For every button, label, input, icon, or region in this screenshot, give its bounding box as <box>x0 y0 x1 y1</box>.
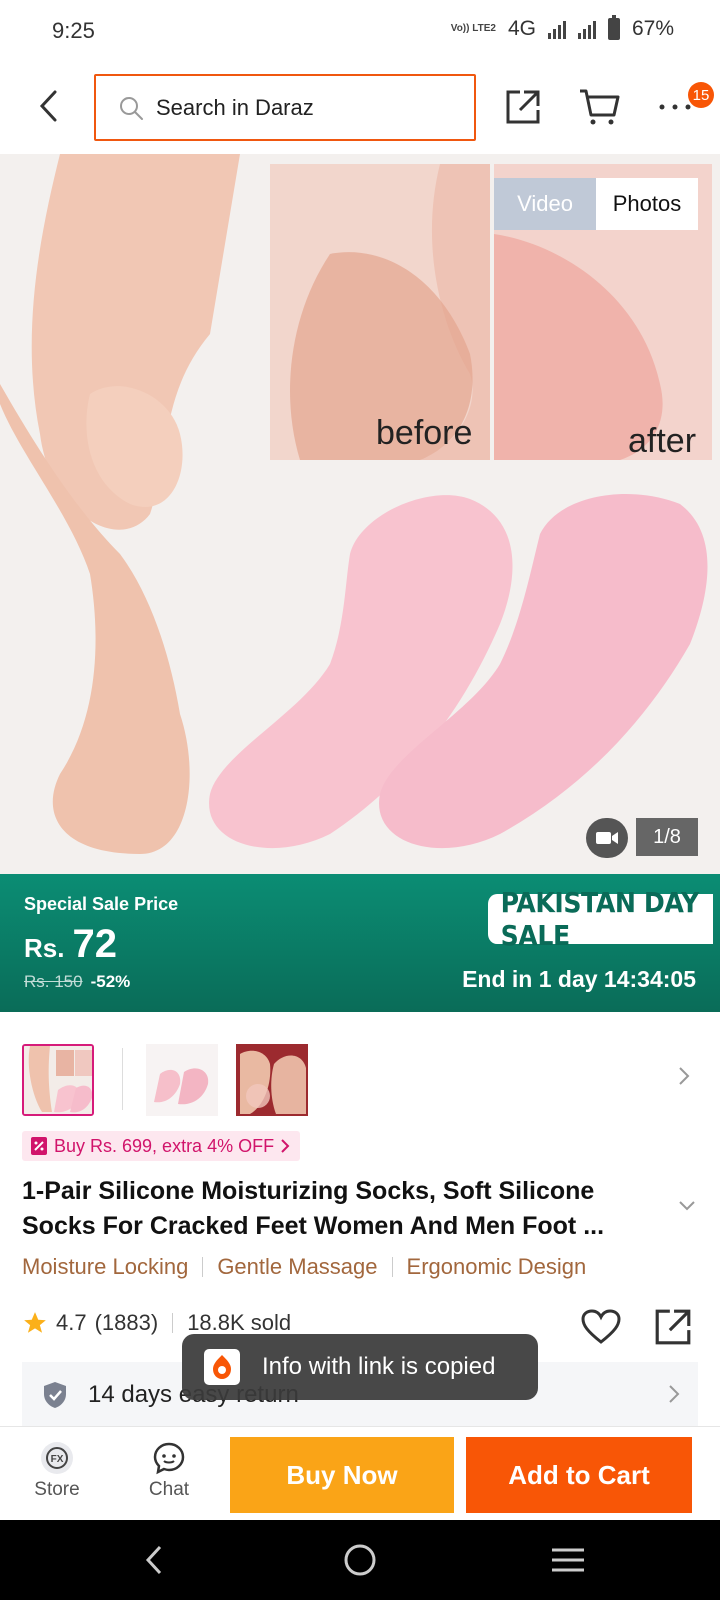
thumbnail-image <box>236 1044 308 1116</box>
rating-value: 4.7 <box>56 1310 87 1335</box>
add-to-cart-button[interactable]: Add to Cart <box>466 1437 692 1513</box>
action-bar: FX Store Chat Buy Now Add to Cart <box>0 1426 720 1520</box>
toast-text: Info with link is copied <box>262 1353 496 1380</box>
chat-label: Chat <box>148 1479 190 1500</box>
cart-icon <box>580 89 620 125</box>
wishlist-button[interactable] <box>578 1304 624 1350</box>
voucher-icon <box>31 1137 47 1155</box>
store-button[interactable]: FX Store <box>12 1441 102 1511</box>
tab-photos[interactable]: Photos <box>596 178 698 230</box>
chevron-down-icon[interactable] <box>678 1200 696 1212</box>
sale-countdown: End in 1 day 14:34:05 <box>462 966 696 992</box>
promo-badge[interactable]: Buy Rs. 699, extra 4% OFF <box>22 1131 301 1161</box>
chat-button[interactable]: Chat <box>124 1441 214 1511</box>
volte-indicator: Vo)) LTE2 <box>450 23 496 34</box>
feature-tag: Gentle Massage <box>217 1254 378 1279</box>
old-price: Rs. 150 <box>24 972 83 991</box>
event-tag: PAKISTAN DAY SALE <box>488 886 713 952</box>
price: Rs. 72 <box>24 922 117 967</box>
battery-percent: 67% <box>631 17 674 40</box>
share-product-button[interactable] <box>650 1304 696 1350</box>
product-photo: before after <box>0 154 720 874</box>
sale-label: Special Sale Price <box>24 894 179 914</box>
feature-tag: Ergonomic Design <box>406 1254 587 1279</box>
sold-count: 18.8K sold <box>187 1310 292 1335</box>
discount-percent: -52% <box>90 972 131 991</box>
heart-icon <box>581 1309 621 1344</box>
status-bar: 9:25 Vo)) LTE2 4G 67% <box>0 0 720 62</box>
store-label: Store <box>34 1479 80 1500</box>
cart-button[interactable] <box>576 84 622 130</box>
thumbnail-strip <box>22 1044 698 1118</box>
price-currency: Rs. <box>24 933 65 963</box>
chevron-right-icon[interactable] <box>678 1066 690 1086</box>
after-label: after <box>628 422 696 460</box>
buy-now-button[interactable]: Buy Now <box>230 1437 454 1513</box>
rating-row[interactable]: 4.7 (1883) 18.8K sold <box>22 1310 291 1336</box>
more-icon <box>659 104 691 110</box>
nav-home-icon <box>344 1544 376 1576</box>
feature-tags: Moisture Locking Gentle Massage Ergonomi… <box>22 1254 586 1280</box>
thumbnail[interactable] <box>236 1044 308 1116</box>
media-toggle: Video Photos <box>494 178 698 230</box>
promo-text: Buy Rs. 699, extra 4% OFF <box>54 1135 275 1156</box>
signal-icon-2 <box>577 19 596 39</box>
network-type: 4G <box>507 17 536 40</box>
share-icon <box>506 90 540 124</box>
before-label: before <box>376 414 472 452</box>
image-counter: 1/8 <box>636 818 698 856</box>
status-time: 9:25 <box>52 18 95 43</box>
product-title-line-2: Socks For Cracked Feet Women And Men Foo… <box>22 1212 605 1240</box>
back-button[interactable] <box>28 84 68 128</box>
store-icon: FX <box>41 1442 73 1474</box>
signal-icon <box>547 19 566 39</box>
thumbnail[interactable] <box>22 1044 94 1116</box>
sale-banner: Special Sale Price Rs. 72 Rs. 150 -52% P… <box>0 874 720 1012</box>
nav-menu-icon <box>552 1548 584 1572</box>
nav-back-icon <box>145 1545 162 1575</box>
product-title: 1-Pair Silicone Moisturizing Socks, Soft… <box>22 1174 672 1244</box>
nav-recent-apps-button[interactable] <box>538 1538 598 1582</box>
share-button[interactable] <box>500 84 546 130</box>
tab-video[interactable]: Video <box>494 178 596 230</box>
search-placeholder: Search in Daraz <box>156 94 314 120</box>
share-icon <box>655 1309 691 1345</box>
nav-back-button[interactable] <box>124 1538 184 1582</box>
nav-home-button[interactable] <box>330 1538 390 1582</box>
chevron-right-icon <box>281 1139 290 1153</box>
search-icon <box>120 96 143 120</box>
star-icon <box>24 1312 46 1333</box>
chevron-right-icon <box>669 1385 680 1403</box>
thumbnail-image <box>24 1046 92 1114</box>
thumbnail-divider <box>122 1048 123 1110</box>
price-value: 72 <box>72 922 117 966</box>
search-input[interactable]: Search in Daraz <box>94 74 476 141</box>
svg-text:FX: FX <box>51 1454 64 1465</box>
video-camera-icon <box>596 832 618 844</box>
chat-icon <box>153 1442 185 1475</box>
feature-tag: Moisture Locking <box>22 1254 189 1279</box>
status-icons: Vo)) LTE2 4G 67% <box>450 15 674 41</box>
rating-divider <box>172 1313 174 1333</box>
battery-icon <box>607 15 620 40</box>
shield-check-icon <box>44 1382 66 1408</box>
product-title-line-1: 1-Pair Silicone Moisturizing Socks, Soft… <box>22 1177 595 1205</box>
notification-badge: 15 <box>688 82 714 108</box>
toast-notification: Info with link is copied <box>182 1334 538 1400</box>
product-image[interactable]: before after Video Photos 1/8 <box>0 154 720 874</box>
chevron-left-icon <box>39 90 57 122</box>
top-bar: Search in Daraz 15 <box>0 62 720 154</box>
thumbnail[interactable] <box>146 1044 218 1116</box>
old-price-row: Rs. 150 -52% <box>24 972 130 992</box>
thumbnail-image <box>146 1044 218 1116</box>
system-nav-bar <box>0 1520 720 1600</box>
feature-divider <box>391 1257 393 1277</box>
review-count: (1883) <box>94 1310 159 1335</box>
video-button[interactable] <box>586 818 628 858</box>
feature-divider <box>202 1257 204 1277</box>
daraz-logo-icon <box>204 1349 240 1385</box>
